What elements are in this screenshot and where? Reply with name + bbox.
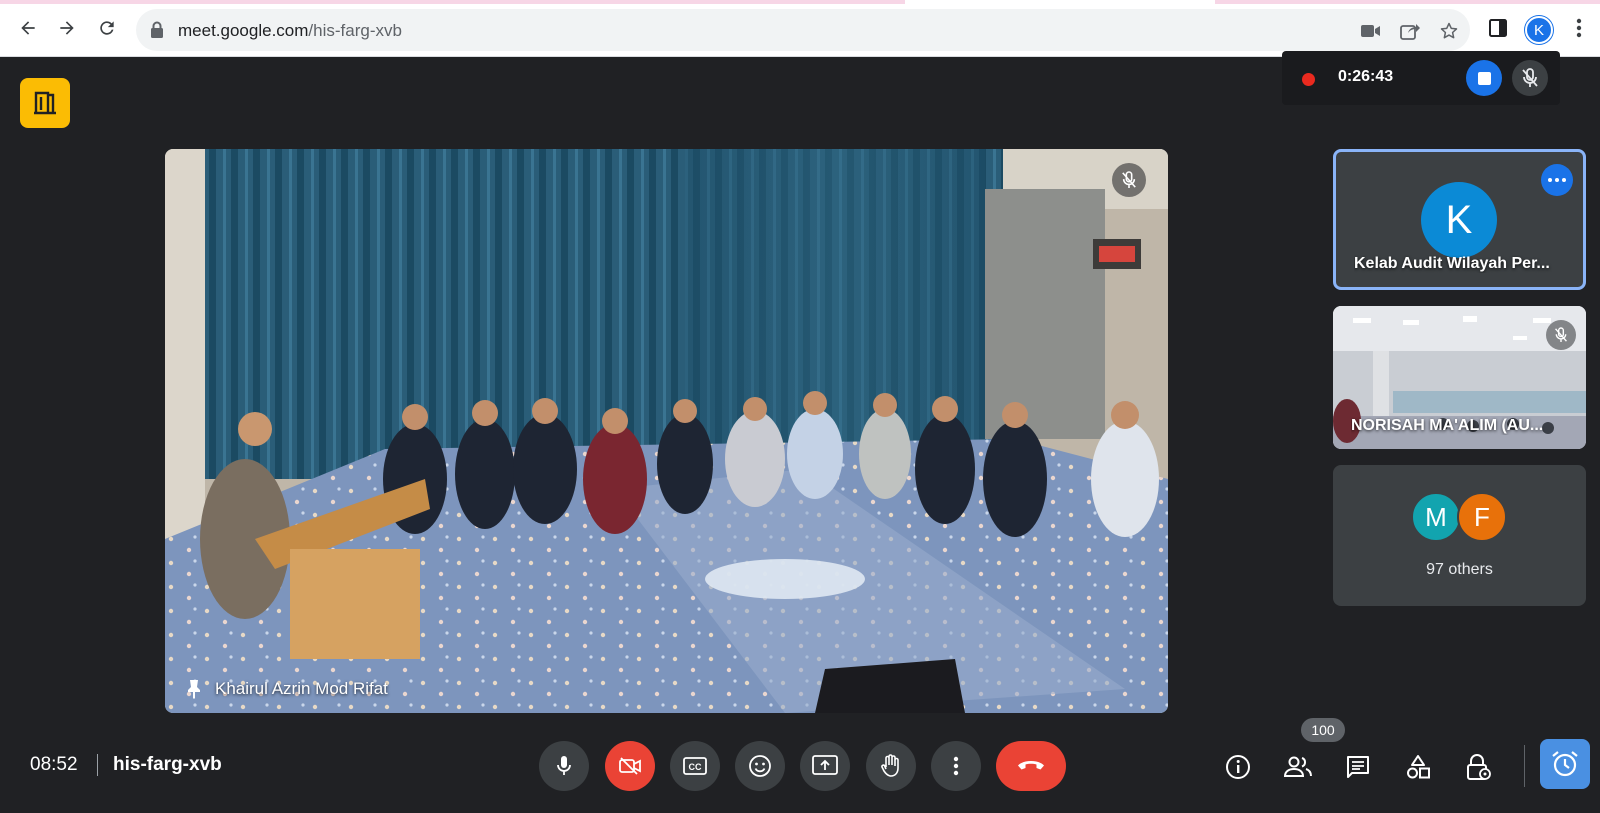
mic-off-icon [1522,68,1538,87]
recording-mic-button[interactable] [1512,60,1548,96]
address-bar[interactable]: meet.google.com/his-farg-xvb [136,9,1470,51]
avatar: F [1457,492,1507,542]
meeting-details-button[interactable] [1220,749,1256,785]
main-tile-label: Khairul Azrin Mod Rifat [187,679,388,699]
main-video-tile[interactable]: Khairul Azrin Mod Rifat [165,149,1168,713]
video-frame [165,149,1168,713]
stop-icon [1477,71,1491,85]
svg-text:CC: CC [689,762,702,772]
present-button[interactable] [800,741,850,791]
host-controls-button[interactable] [1460,749,1496,785]
host-controls-icon [1467,754,1491,780]
star-icon[interactable] [1438,20,1460,42]
raise-hand-button[interactable] [866,741,916,791]
microphone-button[interactable] [539,741,589,791]
people-button[interactable] [1280,749,1316,785]
chat-icon [1347,756,1369,778]
back-icon[interactable] [14,14,42,42]
url-text: meet.google.com/his-farg-xvb [178,21,402,41]
activities-button[interactable] [1400,749,1436,785]
mic-icon [557,756,571,775]
bottom-control-bar: 08:52 his-farg-xvb CC 100 [0,718,1600,813]
end-call-icon [1018,761,1044,770]
browser-toolbar: meet.google.com/his-farg-xvb K [0,0,1600,57]
chat-button[interactable] [1340,749,1376,785]
recording-panel: 0:26:43 [1282,51,1560,105]
participant-name: Kelab Audit Wilayah Per... [1354,255,1550,272]
pin-icon[interactable] [187,679,201,699]
timer-button[interactable] [1540,739,1590,789]
captions-button[interactable]: CC [670,741,720,791]
captions-icon: CC [683,757,707,775]
sidepanel-icon[interactable] [1484,14,1512,42]
lock-icon [150,21,164,44]
camera-icon[interactable] [1360,20,1382,42]
share-icon[interactable] [1399,20,1421,42]
kebab-icon[interactable] [1565,14,1593,42]
alarm-icon [1552,751,1578,777]
forward-icon[interactable] [53,14,81,42]
divider [1524,745,1525,787]
hand-icon [881,754,899,777]
stop-recording-button[interactable] [1466,60,1502,96]
emoji-icon [749,755,771,777]
divider [97,754,98,776]
tab-strip-edge [0,0,1600,4]
avatar: K [1421,182,1497,258]
activities-icon [1407,755,1430,779]
recording-dot-icon [1302,73,1315,86]
reload-icon[interactable] [93,14,121,42]
present-icon [812,755,838,775]
others-count-label: 97 others [1426,561,1493,578]
reactions-button[interactable] [735,741,785,791]
profile-avatar[interactable]: K [1525,16,1553,44]
leave-call-button[interactable] [996,741,1066,791]
current-time: 08:52 [30,754,78,775]
participant-count-badge: 100 [1301,718,1345,742]
info-icon [1226,755,1250,779]
others-tile[interactable]: M F 97 others [1333,465,1586,606]
more-vert-icon [953,756,959,776]
people-icon [1283,756,1312,777]
participant-tile-kelab[interactable]: K Kelab Audit Wilayah Per... [1333,149,1586,290]
camera-off-icon [619,757,641,775]
participant-tile-norisah[interactable]: NORISAH MA'ALIM (AU... [1333,306,1586,449]
camera-button[interactable] [605,741,655,791]
main-participant-name: Khairul Azrin Mod Rifat [215,679,388,698]
more-options-icon[interactable] [1541,164,1573,196]
avatar: M [1411,492,1461,542]
mic-off-icon [1546,320,1576,350]
participant-name: NORISAH MA'ALIM (AU... [1351,417,1544,434]
meeting-code: his-farg-xvb [113,754,222,775]
url-path: /his-farg-xvb [308,21,402,40]
main-mic-off-icon [1112,163,1146,197]
door-icon[interactable] [20,78,70,128]
more-options-button[interactable] [931,741,981,791]
url-host: meet.google.com [178,21,309,40]
recording-timer: 0:26:43 [1338,68,1394,85]
